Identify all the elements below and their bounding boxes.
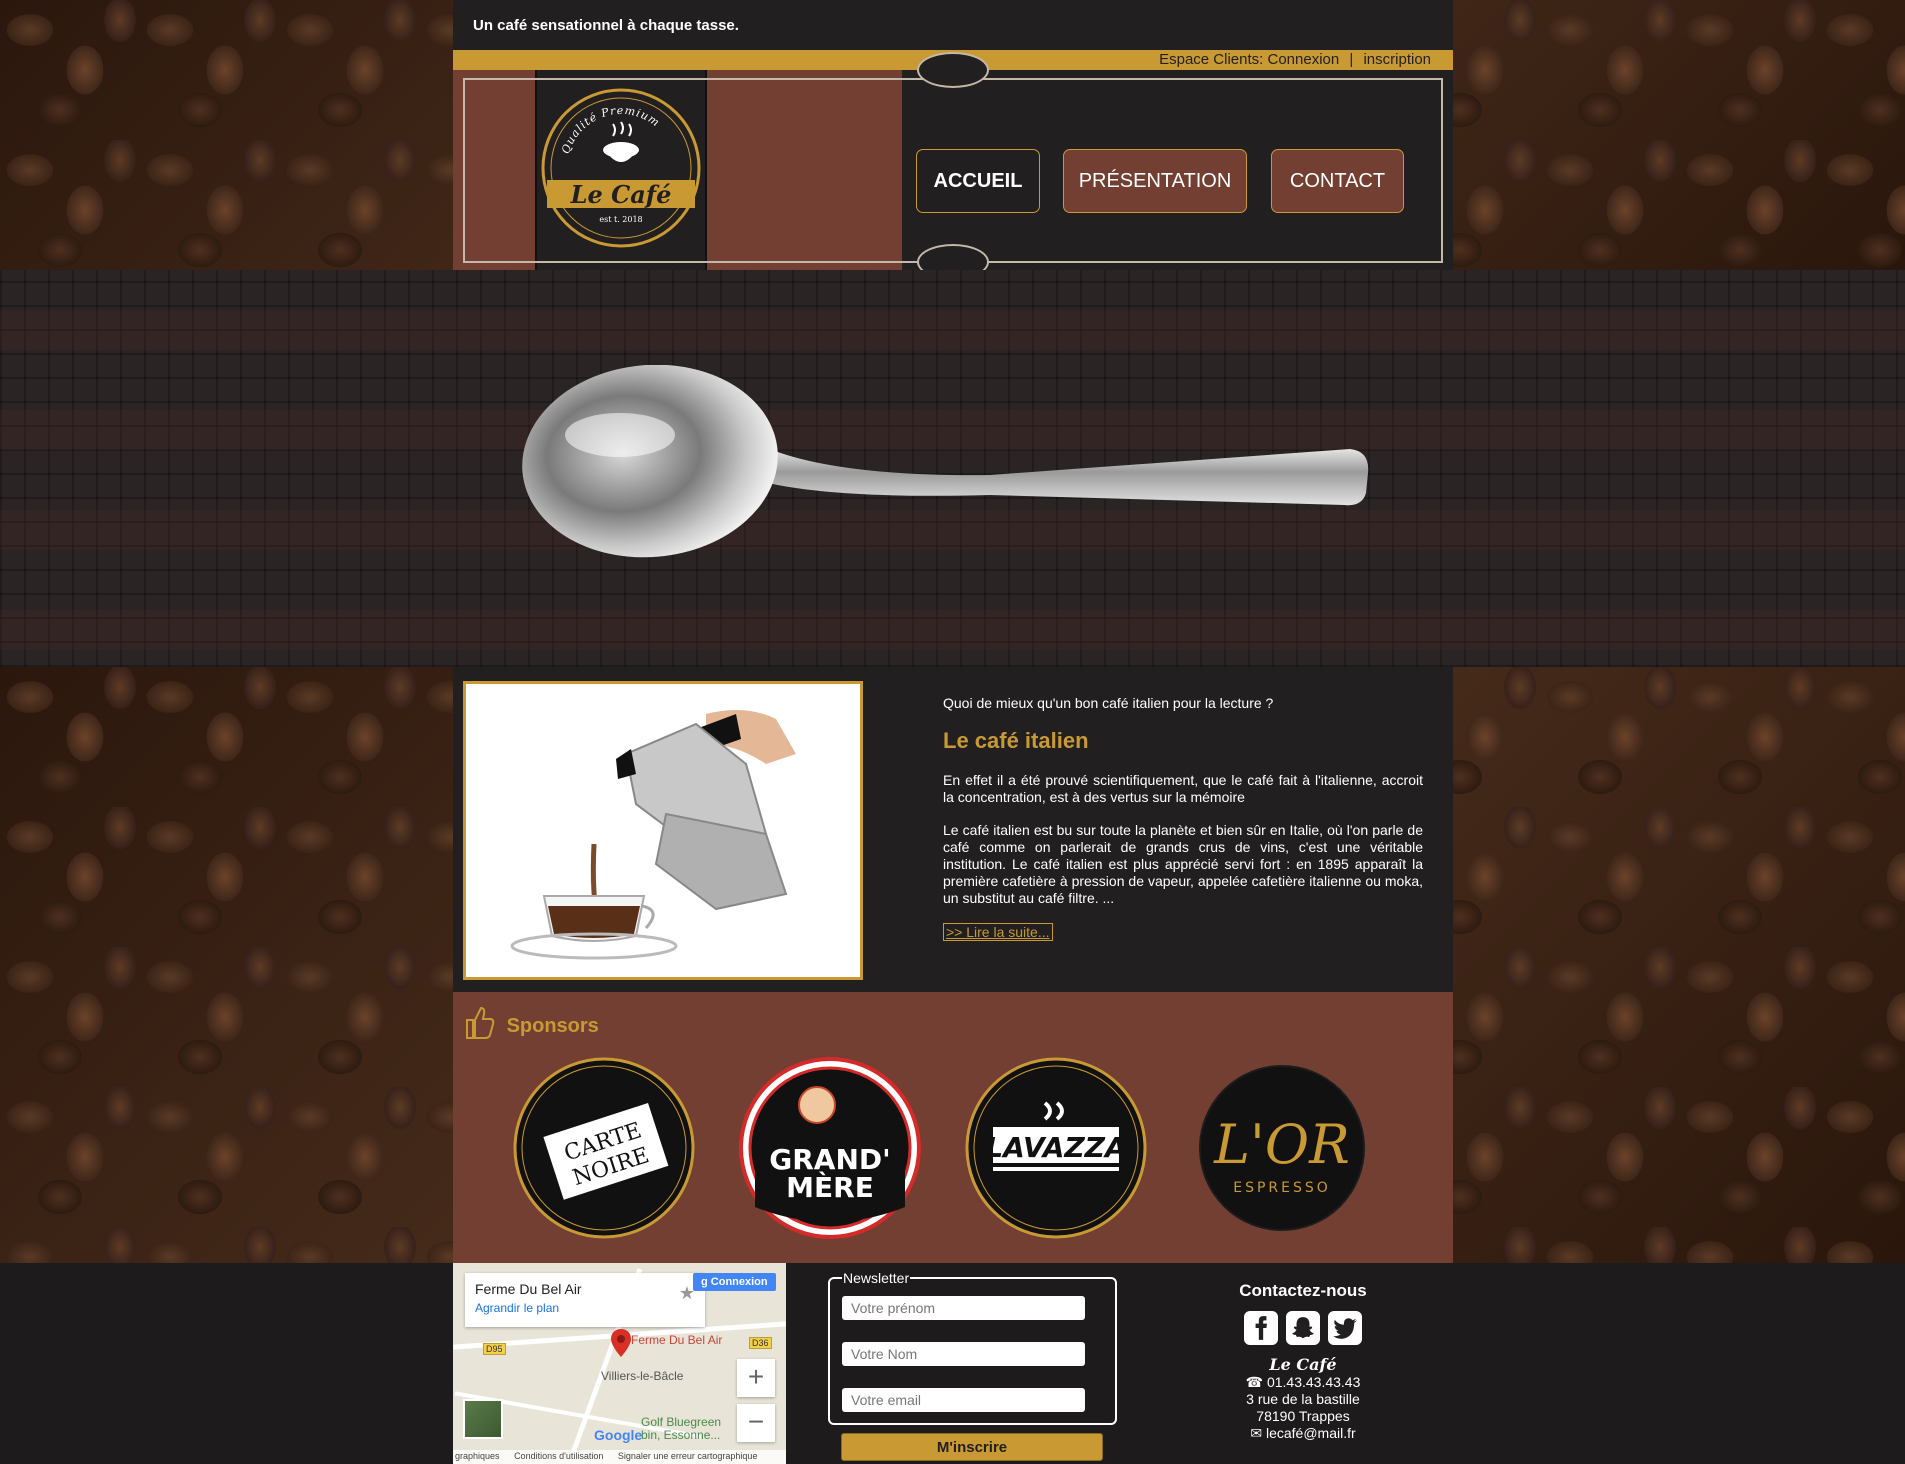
sponsor-lor-espresso[interactable]: L'OR ESPRESSO (1191, 1057, 1373, 1239)
sponsors-title: Sponsors (506, 1015, 599, 1037)
map-pin-label: Ferme Du Bel Air (631, 1333, 723, 1347)
map-terms-data[interactable]: graphiques (455, 1451, 500, 1461)
sponsor-4-line1: L'OR (1213, 1113, 1350, 1176)
subscribe-button[interactable]: M'inscrire (841, 1433, 1103, 1461)
facebook-icon[interactable] (1244, 1311, 1278, 1345)
nav-accueil[interactable]: ACCUEIL (916, 149, 1040, 213)
google-logo: Google (594, 1427, 643, 1443)
map-embed[interactable]: D95 D36 Ferme Du Bel Air Agrandir le pla… (453, 1263, 786, 1464)
contact-block: Contactez-nous Le Café ☎ 01.43.43.43.43 … (1193, 1281, 1413, 1442)
account-separator: | (1349, 51, 1354, 68)
newsletter-legend: Newsletter (843, 1270, 910, 1286)
header-brown-panel-left (453, 70, 535, 270)
map-place-card: Ferme Du Bel Air Agrandir le plan ★ (465, 1273, 705, 1327)
map-terms-bar: graphiques Conditions d'utilisation Sign… (453, 1450, 786, 1464)
google-plus-icon: g (701, 1276, 711, 1288)
map-golf-line-2: bin, Essonne... (641, 1428, 721, 1442)
moka-pot-image (463, 681, 863, 980)
map-pin-icon[interactable] (611, 1329, 631, 1357)
map-terms-report[interactable]: Signaler une erreur cartographique (618, 1451, 758, 1461)
article-title: Le café italien (943, 728, 1089, 753)
map-satellite-toggle[interactable] (463, 1399, 503, 1439)
contact-address-line-2: 78190 Trappes (1256, 1408, 1350, 1424)
logo-established: est t. 2018 (599, 215, 642, 224)
contact-brand: Le Café (1269, 1355, 1337, 1374)
logo[interactable]: Qualité Premium Le Café est t. 2018 (535, 70, 707, 270)
tagline-bar: Un café sensationnel à chaque tasse. (453, 0, 1453, 50)
spoon-image (522, 365, 1369, 558)
tagline: Un café sensationnel à chaque tasse. (473, 17, 739, 34)
sponsor-carte-noire[interactable]: CARTE NOIRE (513, 1057, 695, 1239)
grand-mere-logo: GRAND' MÈRE (739, 1057, 921, 1239)
map-road-label-d95: D95 (483, 1343, 506, 1355)
map-village-label: Villiers-le-Bâcle (601, 1369, 684, 1383)
email-input[interactable] (842, 1388, 1085, 1412)
sponsor-lavazza[interactable]: LAVAZZA (965, 1057, 1147, 1239)
map-zoom-out-button[interactable]: − (737, 1404, 775, 1442)
moka-pot-illustration (510, 710, 796, 960)
article-section: Quoi de mieux qu'un bon café italien pou… (453, 667, 1453, 992)
lor-espresso-logo: L'OR ESPRESSO (1199, 1065, 1365, 1231)
nav-contact[interactable]: CONTACT (1271, 149, 1404, 213)
header-notch-top (917, 52, 989, 88)
map-terms-conditions[interactable]: Conditions d'utilisation (514, 1451, 603, 1461)
contact-address-line-1: 3 rue de la bastille (1246, 1391, 1360, 1407)
logo-name: Le Café (570, 180, 672, 209)
map-zoom-in-button[interactable]: + (737, 1359, 775, 1397)
sponsors-section: Sponsors CARTE NOIRE GRAND' MÈRE LAVAZZA… (453, 992, 1453, 1263)
google-login-button[interactable]: g Connexion (693, 1273, 776, 1291)
map-enlarge-link[interactable]: Agrandir le plan (475, 1301, 695, 1315)
google-login-label: Connexion (710, 1276, 768, 1288)
login-link[interactable]: Connexion (1268, 51, 1340, 68)
carte-noire-logo: CARTE NOIRE (513, 1057, 695, 1239)
nav-presentation[interactable]: PRÉSENTATION (1063, 149, 1247, 213)
social-links (1193, 1311, 1413, 1345)
read-more-link[interactable]: >> Lire la suite... (943, 923, 1053, 941)
map-road-label-d36: D36 (749, 1337, 772, 1349)
article-paragraph-2: Le café italien est bu sur toute la plan… (943, 822, 1423, 906)
thumbs-up-icon (466, 1006, 495, 1039)
contact-phone[interactable]: ☎ 01.43.43.43.43 (1193, 1374, 1413, 1391)
twitter-icon[interactable] (1328, 1311, 1362, 1345)
firstname-input[interactable] (842, 1296, 1085, 1320)
lastname-input[interactable] (842, 1342, 1085, 1366)
sponsors-heading: Sponsors (463, 1004, 599, 1046)
newsletter-form: Newsletter (828, 1270, 1117, 1425)
logo-emblem: Qualité Premium Le Café est t. 2018 (541, 88, 701, 248)
signup-link[interactable]: inscription (1363, 51, 1431, 68)
lavazza-logo: LAVAZZA (965, 1057, 1147, 1239)
header-brown-panel-right (707, 70, 902, 270)
banner-stripe-1 (0, 310, 1905, 350)
article-text: Quoi de mieux qu'un bon café italien pou… (943, 695, 1423, 942)
spoon-banner (0, 270, 1905, 667)
sponsor-3-line1: LAVAZZA (985, 1131, 1126, 1164)
article-paragraph-1: En effet il a été prouvé scientifiquemen… (943, 772, 1423, 805)
site-header: Qualité Premium Le Café est t. 2018 ACCU… (453, 52, 1453, 280)
snapchat-icon[interactable] (1286, 1311, 1320, 1345)
contact-title: Contactez-nous (1239, 1281, 1367, 1300)
sponsor-2-line2: MÈRE (786, 1170, 874, 1204)
article-intro: Quoi de mieux qu'un bon café italien pou… (943, 695, 1274, 711)
sponsor-4-line2: ESPRESSO (1233, 1180, 1331, 1196)
site-footer: D95 D36 Ferme Du Bel Air Agrandir le pla… (453, 1263, 1453, 1464)
contact-email[interactable]: ✉ lecafé@mail.fr (1193, 1425, 1413, 1442)
banner-stripe-4 (0, 610, 1905, 650)
sponsor-grand-mere[interactable]: GRAND' MÈRE (739, 1057, 921, 1239)
account-label: Espace Clients: (1159, 51, 1264, 68)
map-place-name: Ferme Du Bel Air (475, 1281, 582, 1297)
map-golf-label: Golf Bluegreen bin, Essonne... (641, 1416, 721, 1442)
